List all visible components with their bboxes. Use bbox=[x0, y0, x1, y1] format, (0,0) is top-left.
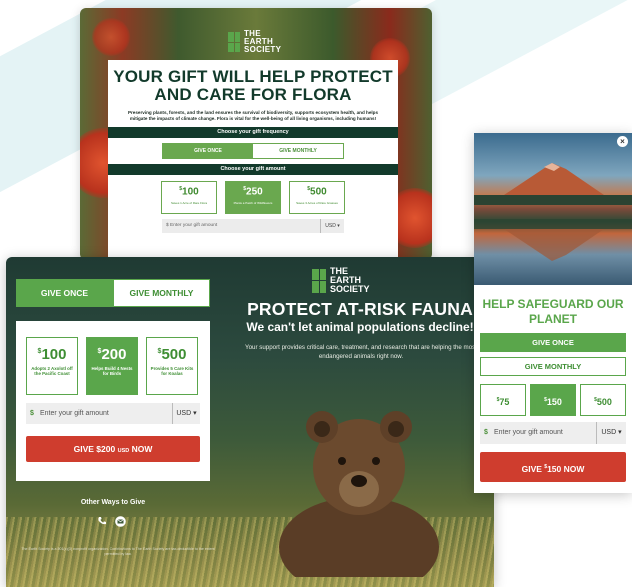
amount-value: 500 bbox=[161, 346, 187, 363]
give-button-label: GIVE $200 bbox=[73, 444, 116, 454]
other-ways-to-give: Other Ways to Give bbox=[80, 499, 146, 506]
amount-description: Adopts 2 Axolotl off the Pacific Coast bbox=[31, 366, 73, 377]
amount-option-200[interactable]: $200 Helps Build 4 Nests for Birds bbox=[86, 337, 138, 395]
close-icon[interactable]: × bbox=[617, 136, 628, 147]
mountain-lake-image: × bbox=[474, 133, 632, 285]
amount-value: 250 bbox=[246, 186, 263, 198]
currency-select[interactable]: USD ▾ bbox=[320, 219, 344, 234]
amount-value: 75 bbox=[499, 397, 510, 407]
amount-option-75[interactable]: $75 bbox=[480, 384, 526, 416]
flora-description: Preserving plants, forests, and the land… bbox=[127, 110, 379, 122]
phone-icon[interactable] bbox=[96, 515, 108, 527]
amount-options: $100 Saves 1 Acre of Rare Flora $250 Pla… bbox=[108, 181, 398, 215]
give-button-label: GIVE bbox=[521, 463, 545, 474]
fauna-headline: PROTECT AT-RISK FAUNA bbox=[247, 299, 473, 319]
fauna-support-text: Your support provides critical care, tre… bbox=[245, 344, 477, 360]
footer-disclaimer: The Earth Society is a 501(c)(3) nonprof… bbox=[21, 547, 215, 556]
headline-line-1: YOUR GIFT WILL HELP PROTECT bbox=[113, 67, 393, 86]
give-button-suffix: NOW bbox=[561, 463, 585, 474]
poppy-flower-image bbox=[92, 18, 130, 56]
give-now-button[interactable]: GIVE $150 NOW bbox=[480, 452, 626, 482]
amount-option-100[interactable]: $100 Saves 1 Acre of Rare Flora bbox=[161, 181, 217, 215]
amount-description: Helps Build 4 Nests for Birds bbox=[91, 366, 133, 377]
contact-icons bbox=[96, 515, 126, 527]
flora-donation-form: YOUR GIFT WILL HELP PROTECT AND CARE FOR… bbox=[108, 60, 398, 260]
custom-amount-placeholder: Enter your gift amount bbox=[40, 410, 109, 417]
currency-select[interactable]: USD ▾ bbox=[172, 403, 200, 424]
amount-value: 100 bbox=[182, 186, 199, 198]
amount-value: 200 bbox=[101, 346, 127, 363]
custom-amount-placeholder: Enter your gift amount bbox=[494, 429, 563, 436]
amount-option-500[interactable]: $500 Saves 3 Acres of Rare Grasses bbox=[289, 181, 345, 215]
amount-value: 150 bbox=[546, 397, 562, 407]
dollar-sign: $ bbox=[166, 223, 169, 229]
dollar-sign: $ bbox=[97, 348, 102, 355]
give-button-suffix: NOW bbox=[131, 444, 153, 454]
amount-description: Plants a Patch of Wildflowers bbox=[233, 200, 273, 205]
give-monthly-tab[interactable]: GIVE MONTHLY bbox=[113, 279, 210, 307]
amount-option-500[interactable]: $500 Provides 5 Care Kits for Koalas bbox=[146, 337, 198, 395]
logo-mark-icon bbox=[312, 268, 326, 293]
planet-headline: HELP SAFEGUARD OUR PLANET bbox=[482, 297, 624, 326]
earth-society-logo: THE EARTH SOCIETY bbox=[228, 30, 281, 54]
custom-amount-field[interactable]: $ Enter your gift amount USD ▾ bbox=[162, 219, 344, 234]
amount-option-500[interactable]: $500 bbox=[580, 384, 626, 416]
give-monthly-tab[interactable]: GIVE MONTHLY bbox=[480, 357, 626, 376]
custom-amount-field[interactable]: $ Enter your gift amount USD ▾ bbox=[480, 422, 626, 444]
headline-line-2: AND CARE FOR FLORA bbox=[154, 85, 352, 104]
logo-line: SOCIETY bbox=[330, 284, 370, 294]
amount-value: 500 bbox=[310, 186, 327, 198]
grizzly-bear-image bbox=[279, 411, 439, 577]
mail-icon[interactable] bbox=[114, 515, 126, 527]
fauna-landing-page: GIVE ONCE GIVE MONTHLY $100 Adopts 2 Axo… bbox=[6, 257, 494, 587]
amount-options: $100 Adopts 2 Axolotl off the Pacific Co… bbox=[16, 321, 210, 395]
amount-options: $75 $150 $500 bbox=[480, 384, 626, 416]
amount-description: Saves 1 Acre of Rare Flora bbox=[170, 200, 208, 205]
give-once-tab[interactable]: GIVE ONCE bbox=[480, 333, 626, 352]
custom-amount-placeholder: Enter your gift amount bbox=[170, 223, 218, 229]
give-once-tab[interactable]: GIVE ONCE bbox=[16, 279, 113, 307]
give-monthly-tab[interactable]: GIVE MONTHLY bbox=[253, 144, 343, 159]
frequency-toggle: GIVE ONCE GIVE MONTHLY bbox=[162, 143, 344, 160]
give-now-button[interactable]: GIVE $200 USD NOW bbox=[26, 436, 200, 462]
logo-line: SOCIETY bbox=[244, 45, 282, 54]
currency-select[interactable]: USD ▾ bbox=[596, 422, 626, 444]
fauna-subheadline: We can't let animal populations decline! bbox=[246, 320, 474, 334]
earth-society-logo: THE EARTH SOCIETY bbox=[312, 267, 370, 294]
amount-heading: Choose your gift amount bbox=[108, 164, 398, 176]
flora-headline: YOUR GIFT WILL HELP PROTECT AND CARE FOR… bbox=[108, 68, 398, 104]
custom-amount-field[interactable]: $ Enter your gift amount USD ▾ bbox=[26, 403, 200, 424]
amount-value: 500 bbox=[596, 397, 612, 407]
dollar-sign: $ bbox=[484, 429, 488, 436]
frequency-heading: Choose your gift frequency bbox=[108, 127, 398, 139]
flora-landing-page: THE EARTH SOCIETY YOUR GIFT WILL HELP PR… bbox=[80, 8, 432, 260]
give-button-amount: 150 bbox=[547, 463, 562, 474]
frequency-toggle: GIVE ONCE GIVE MONTHLY bbox=[16, 279, 210, 307]
dollar-sign: $ bbox=[37, 348, 42, 355]
amount-option-250[interactable]: $250 Plants a Patch of Wildflowers bbox=[225, 181, 281, 215]
amount-option-150[interactable]: $150 bbox=[530, 384, 576, 416]
logo-mark-icon bbox=[228, 32, 240, 52]
amount-description: Provides 5 Care Kits for Koalas bbox=[150, 366, 194, 377]
dollar-sign: $ bbox=[30, 410, 34, 417]
amount-description: Saves 3 Acres of Rare Grasses bbox=[296, 200, 338, 205]
give-once-tab[interactable]: GIVE ONCE bbox=[163, 144, 253, 159]
dollar-sign: $ bbox=[157, 348, 162, 355]
give-button-currency: USD bbox=[117, 448, 130, 454]
fauna-donation-card: $100 Adopts 2 Axolotl off the Pacific Co… bbox=[16, 321, 210, 481]
amount-value: 100 bbox=[41, 346, 67, 363]
planet-donation-popup: × HELP SAFEGUARD OUR PLANET GIVE ONCE GI… bbox=[474, 133, 632, 493]
amount-option-100[interactable]: $100 Adopts 2 Axolotl off the Pacific Co… bbox=[26, 337, 78, 395]
